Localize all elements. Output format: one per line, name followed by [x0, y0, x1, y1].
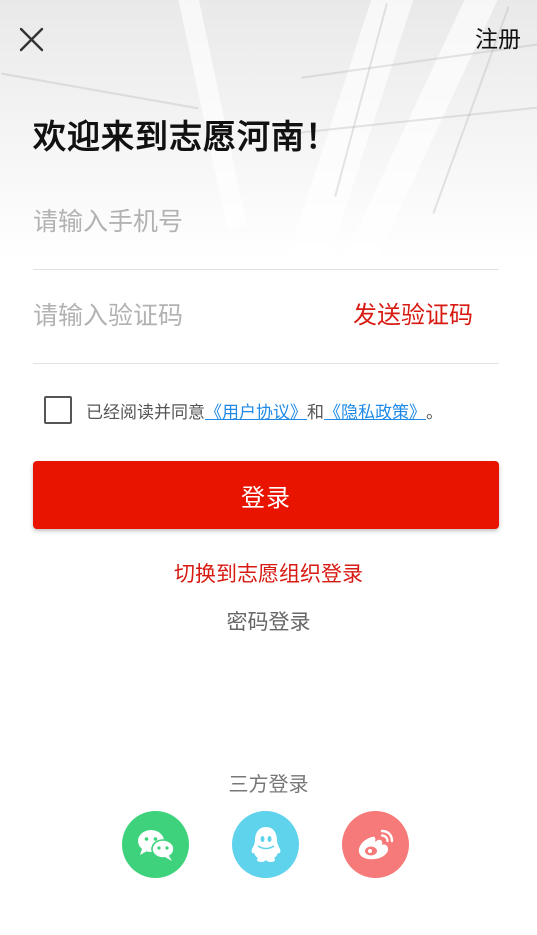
phone-input[interactable]	[33, 175, 333, 268]
privacy-policy-link[interactable]: 《隐私政策》	[324, 398, 426, 423]
code-field-container: 发送验证码	[33, 269, 499, 364]
wechat-login-button[interactable]	[122, 811, 189, 878]
login-button[interactable]: 登录	[33, 461, 499, 529]
qq-icon	[251, 826, 280, 862]
send-code-button[interactable]: 发送验证码	[353, 269, 473, 362]
verification-code-input[interactable]	[33, 269, 333, 362]
qq-login-button[interactable]	[232, 811, 299, 878]
user-agreement-link[interactable]: 《用户协议》	[205, 398, 307, 423]
agreement-prefix: 已经阅读并同意	[86, 402, 205, 423]
switch-org-login-link[interactable]: 切换到志愿组织登录	[0, 558, 537, 588]
weibo-icon	[358, 829, 393, 859]
page-title: 欢迎来到志愿河南！	[33, 117, 339, 156]
agreement-checkbox[interactable]	[44, 396, 72, 424]
agreement-and: 和	[307, 402, 324, 423]
weibo-login-button[interactable]	[342, 811, 409, 878]
wechat-icon	[137, 829, 175, 861]
agreement-row: 已经阅读并同意 《用户协议》 和 《隐私政策》 。	[44, 396, 443, 424]
register-link[interactable]: 注册	[475, 24, 521, 56]
close-icon[interactable]	[16, 24, 48, 56]
password-login-link[interactable]: 密码登录	[0, 606, 537, 636]
agreement-suffix: 。	[426, 402, 443, 423]
third-party-login-title: 三方登录	[228, 772, 309, 796]
phone-field-container	[33, 175, 499, 270]
